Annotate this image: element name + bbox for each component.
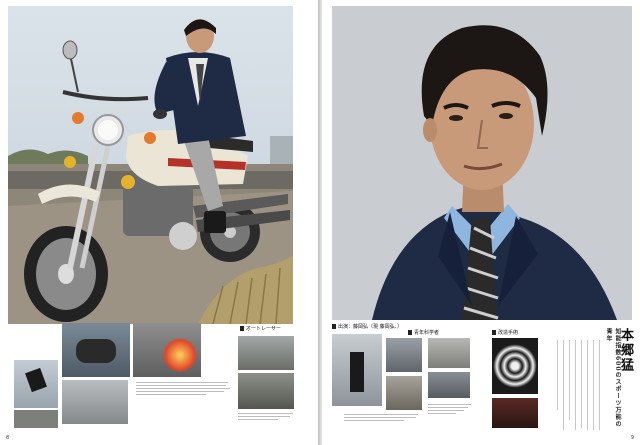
right-page: 出演：藤岡弘（現 藤岡弘、） 青年科学者 改造手術 知能指数600のスポーツ万能… — [322, 0, 640, 445]
section-label-text: オートレーサー — [246, 326, 281, 332]
page-number-right: 9 — [630, 435, 634, 441]
photo-jump-sky — [14, 360, 58, 408]
photo-racers-helmets — [238, 373, 294, 409]
photo-scientist-2 — [428, 372, 470, 398]
main-motorcycle-photo — [8, 6, 293, 324]
photo-rooftop — [14, 410, 58, 428]
left-page: オートレーサー 8 — [0, 0, 318, 445]
photo-action-pose — [332, 334, 382, 406]
body-text-column — [544, 340, 602, 432]
caption-block-right-page — [344, 412, 420, 423]
page-number-left: 8 — [6, 435, 10, 441]
caption-block-left — [136, 380, 231, 397]
photo-racer-group — [238, 336, 294, 370]
motorcycle-scene-illustration — [8, 6, 293, 324]
photo-lab-2 — [386, 376, 422, 410]
photo-surgery-spiral — [492, 338, 538, 394]
photo-scientist-1 — [428, 338, 470, 368]
caption-block-right — [238, 411, 294, 422]
section-label-scientist-text: 青年科学者 — [414, 330, 440, 336]
photo-bike-blue-wall — [62, 323, 130, 377]
photo-lab-1 — [386, 338, 422, 372]
photo-explosion — [133, 323, 201, 377]
section-label-scientist: 青年科学者 — [408, 330, 439, 337]
section-label-cast: 出演：藤岡弘（現 藤岡弘、） — [332, 324, 402, 331]
section-label-auto-racer: オートレーサー — [240, 326, 281, 333]
photo-surgery-table — [492, 398, 538, 428]
photo-bike-fence — [62, 380, 128, 424]
title-vertical: 本郷猛 — [618, 328, 633, 373]
portrait-illustration — [332, 6, 632, 320]
caption-block-scientist — [428, 402, 472, 416]
portrait-photo — [332, 6, 632, 320]
section-label-surgery-text: 改造手術 — [498, 330, 519, 336]
section-label-surgery: 改造手術 — [492, 330, 518, 337]
section-label-cast-text: 出演：藤岡弘（現 藤岡弘、） — [338, 324, 403, 330]
